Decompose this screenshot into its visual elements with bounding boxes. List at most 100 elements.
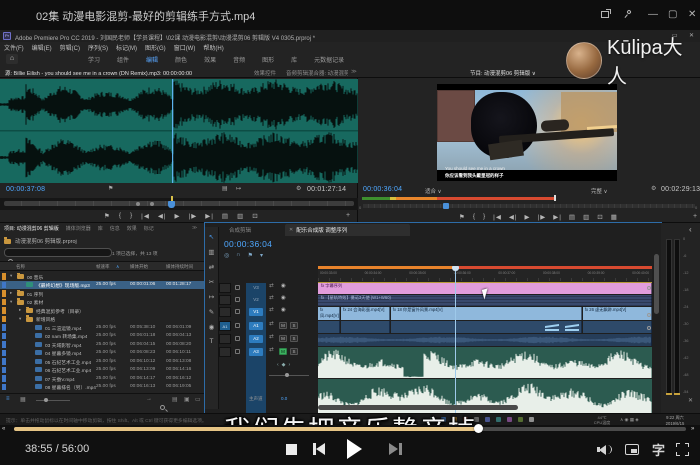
col-fps[interactable]: 帧速率 — [96, 264, 110, 270]
source-audio-waveform[interactable] — [0, 79, 358, 183]
lock-icon[interactable] — [235, 309, 240, 314]
workspace-tab-5[interactable]: 音频 — [233, 55, 245, 64]
export-frame-icon[interactable]: ⊡ — [252, 212, 258, 220]
popup-window-icon[interactable] — [601, 11, 609, 18]
program-scrubber[interactable]: 0 0 — [359, 201, 700, 211]
twirl-icon[interactable]: ▸ — [10, 290, 12, 296]
mark-in-icon[interactable]: { — [119, 212, 122, 220]
source-patch-V1[interactable] — [219, 307, 231, 317]
track-name-A2[interactable]: A2 — [249, 335, 263, 343]
tab-effect-controls[interactable]: 效果控件 — [254, 69, 276, 77]
workspace-tab-2[interactable]: 编辑 — [146, 55, 158, 64]
lock-icon[interactable] — [235, 323, 240, 328]
menu-2[interactable]: 剪辑(C) — [60, 43, 80, 52]
skip-forward-icon[interactable]: » — [691, 426, 694, 432]
project-tab-0[interactable]: 项目: 动漫混剪06 剪辑版 — [4, 225, 59, 232]
lock-icon[interactable] — [235, 349, 240, 354]
lock-icon[interactable] — [235, 297, 240, 302]
project-row[interactable]: 05 石纪艺术工业.mp425.00 fps00:06:10:1200:06:1… — [0, 357, 205, 366]
col-media-duration[interactable]: 媒体持续时间 — [166, 264, 193, 270]
track-output-icon[interactable]: ◉ — [281, 283, 286, 289]
program-button-editor-icon[interactable]: + — [693, 213, 697, 220]
new-item-icon[interactable]: ▣ — [184, 396, 190, 403]
workspace-tab-0[interactable]: 学习 — [88, 55, 100, 64]
twirl-icon[interactable]: ▾ — [10, 299, 12, 305]
clip-a1[interactable] — [318, 321, 340, 333]
clip-a1[interactable] — [391, 321, 582, 333]
mini-player-icon[interactable] — [625, 444, 639, 455]
sync-lock-icon[interactable]: ⇄ — [269, 295, 274, 301]
source-drag-audio-icon[interactable]: ↦ — [236, 185, 241, 192]
collapse-icon[interactable]: ‹ — [689, 225, 692, 234]
project-row[interactable]: 02 nam 转场集.mp425.00 fps00:06:01:1800:06:… — [0, 332, 205, 341]
resolution-dropdown[interactable]: 完整 ∨ — [591, 187, 608, 195]
lock-icon[interactable] — [235, 336, 240, 341]
menu-6[interactable]: 窗口(W) — [174, 43, 196, 52]
home-icon[interactable]: ⌂ — [6, 54, 18, 64]
col-media-start[interactable]: 媒体开始 — [130, 264, 148, 270]
fullscreen-icon[interactable] — [676, 443, 689, 456]
program-playhead-grip[interactable] — [443, 203, 449, 209]
automate-to-sequence-icon[interactable]: → — [146, 396, 152, 402]
source-patch-A1[interactable]: A1 — [219, 321, 231, 331]
play-button[interactable] — [347, 439, 362, 459]
project-row[interactable]: ▾00 音乐 — [0, 272, 205, 281]
workspace-tab-3[interactable]: 颜色 — [175, 55, 187, 64]
new-bin-icon[interactable]: ▤ — [172, 396, 178, 403]
mark-in-icon[interactable]: { — [473, 213, 476, 221]
source-drag-video-icon[interactable]: ▤ — [222, 185, 228, 192]
stop-button[interactable] — [286, 444, 297, 455]
mute-button-A1[interactable]: M — [279, 322, 287, 329]
source-marker-icon[interactable]: ⚑ — [108, 185, 113, 192]
project-tab-2[interactable]: 库 — [98, 225, 103, 232]
add-keyframe-icon[interactable]: ◆ — [282, 362, 286, 368]
tab-source-monitor[interactable]: 源: Billie Eilish - you should see me in … — [5, 69, 192, 77]
go-to-out-icon[interactable]: ▶| — [553, 213, 562, 221]
project-row[interactable]: 08 星暮排名（另）.mp425.00 fps00:06:16:1300:06:… — [0, 383, 205, 392]
menu-1[interactable]: 编辑(E) — [32, 43, 52, 52]
sync-lock-icon[interactable]: ⇄ — [269, 307, 274, 313]
track-name-V2[interactable]: V2 — [249, 296, 263, 304]
playhead-grip[interactable] — [452, 266, 459, 271]
slip-tool[interactable]: ↦ — [209, 293, 214, 301]
next-keyframe-icon[interactable]: › — [289, 362, 291, 368]
workspace-tab-1[interactable]: 组件 — [117, 55, 129, 64]
track-name-A3[interactable]: A3 — [249, 348, 263, 356]
close-button[interactable]: ✕ — [688, 9, 696, 20]
sync-lock-icon[interactable]: ⇄ — [269, 347, 274, 353]
minimize-button[interactable]: — — [648, 9, 658, 20]
project-row[interactable]: ▾新增风格 — [0, 315, 205, 324]
source-patch-V3[interactable] — [219, 283, 231, 293]
clip-a1[interactable] — [583, 321, 652, 333]
project-search-input[interactable] — [4, 248, 112, 257]
track-output-icon[interactable]: ◉ — [281, 295, 286, 301]
clip-v1[interactable]: fx 18 你是窗外风景.mp4[V] — [391, 307, 582, 320]
track-select-tool[interactable]: ▥ — [208, 248, 214, 256]
timeline-vscrollbar[interactable] — [654, 254, 659, 314]
add-marker-icon[interactable]: ⚑ — [459, 213, 466, 221]
button-editor-icon[interactable]: + — [346, 212, 350, 219]
clip-handle[interactable] — [647, 326, 651, 330]
solo-button-A1[interactable]: S — [290, 322, 298, 329]
project-tabs-overflow[interactable]: ≫ — [192, 225, 197, 231]
source-patch-A3[interactable] — [219, 347, 231, 357]
project-row[interactable]: 《最终幻想》现场版.mp325.00 fps00:00:01:0600:01:2… — [0, 281, 205, 290]
menu-3[interactable]: 序列(S) — [88, 43, 108, 52]
go-to-out-icon[interactable]: ▶| — [205, 212, 214, 220]
video-frame[interactable]: Pr Adobe Premiere Pro CC 2019 - 刘国民老师【学员… — [0, 30, 700, 425]
sync-lock-icon[interactable]: ⇄ — [269, 321, 274, 327]
step-forward-icon[interactable]: |▶ — [538, 213, 547, 221]
tab-program-monitor[interactable]: 节目: 动漫混剪06 剪辑版 ∨ — [470, 69, 536, 77]
go-to-in-icon[interactable]: |◀ — [493, 213, 502, 221]
menu-5[interactable]: 图形(G) — [145, 43, 166, 52]
maximize-button[interactable]: ▢ — [668, 9, 677, 20]
source-playhead-grip[interactable] — [168, 201, 175, 208]
project-tab-3[interactable]: 信息 — [110, 225, 120, 232]
selection-tool[interactable]: ↖ — [209, 233, 214, 241]
menu-7[interactable]: 帮助(H) — [203, 43, 223, 52]
export-frame-icon[interactable]: ⊡ — [597, 213, 603, 221]
clip-handle[interactable] — [647, 313, 651, 317]
list-view-icon[interactable]: ≡ — [6, 396, 10, 402]
sync-lock-icon[interactable]: ⇄ — [269, 283, 274, 289]
project-row[interactable]: 01 三渲运镜.mp425.00 fps00:05:38:1000:06:01:… — [0, 323, 205, 332]
